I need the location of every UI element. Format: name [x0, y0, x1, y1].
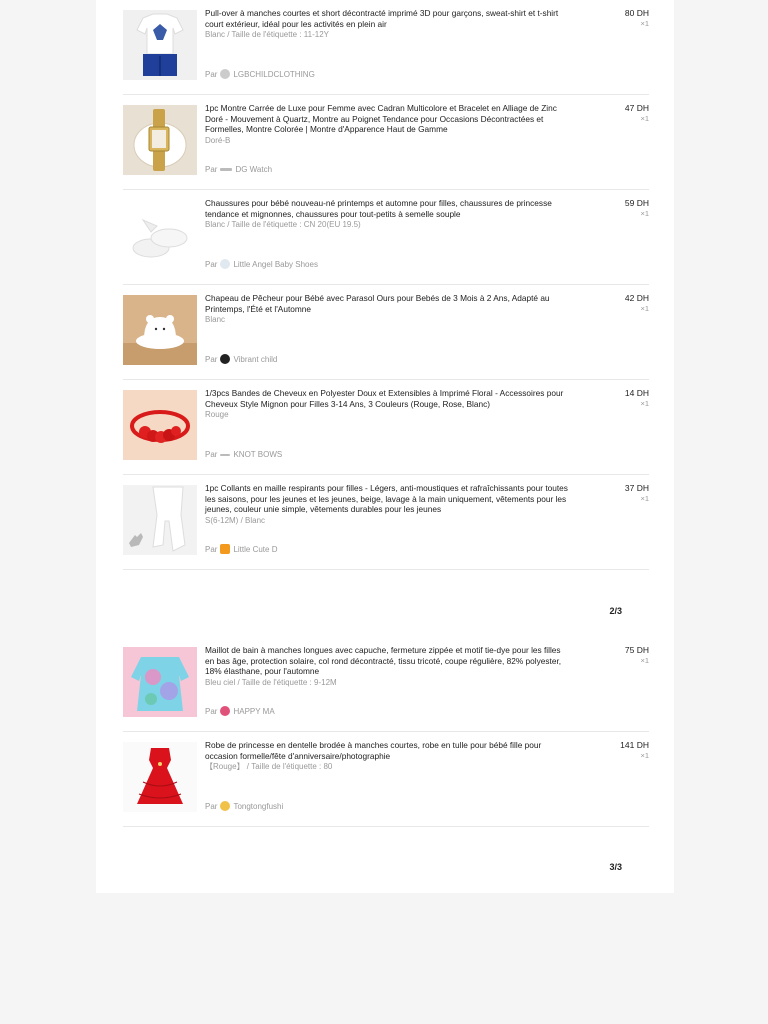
seller-name[interactable]: DG Watch	[235, 165, 272, 174]
item-price: 47 DH	[624, 103, 649, 113]
page-indicator: 3/3	[609, 862, 622, 872]
seller-line[interactable]: Par Vibrant child	[205, 354, 277, 364]
seller-line[interactable]: Par KNOT BOWS	[205, 450, 282, 459]
seller-line[interactable]: Par DG Watch	[205, 165, 272, 174]
page-indicator: 2/3	[609, 606, 622, 616]
order-sheet: Pull-over à manches courtes et short déc…	[96, 0, 674, 893]
product-title[interactable]: Pull-over à manches courtes et short déc…	[205, 8, 571, 41]
item-quantity: ×1	[640, 751, 649, 760]
seller-name[interactable]: Tongtongfushi	[233, 802, 283, 811]
product-image-gold-watch	[123, 105, 197, 175]
seller-logo-icon	[220, 706, 231, 716]
seller-name[interactable]: Vibrant child	[233, 355, 277, 364]
item-quantity: ×1	[640, 304, 649, 313]
product-image-swimsuit	[123, 647, 197, 717]
product-image-baby-shoes	[123, 200, 197, 270]
product-variant: Blanc / Taille de l'étiquette : 11-12Y	[205, 30, 329, 39]
order-item: Pull-over à manches courtes et short déc…	[123, 0, 649, 95]
order-item: 1pc Montre Carrée de Luxe pour Femme ave…	[123, 95, 649, 190]
item-price: 42 DH	[624, 293, 649, 303]
seller-logo-icon	[220, 69, 231, 79]
item-quantity: ×1	[640, 209, 649, 218]
seller-name[interactable]: LGBCHILDCLOTHING	[233, 70, 314, 79]
seller-name[interactable]: HAPPY MA	[233, 707, 274, 716]
seller-logo-icon	[220, 354, 231, 364]
product-image-princess-dress	[123, 742, 197, 812]
seller-line[interactable]: Par Tongtongfushi	[205, 801, 283, 811]
product-variant: 【Rouge】 / Taille de l'étiquette : 80	[205, 762, 333, 771]
order-item: Chapeau de Pêcheur pour Bébé avec Paraso…	[123, 285, 649, 380]
item-quantity: ×1	[640, 494, 649, 503]
product-image-bucket-hat	[123, 295, 197, 365]
item-quantity: ×1	[640, 656, 649, 665]
item-price: 80 DH	[624, 8, 649, 18]
order-item: Chaussures pour bébé nouveau-né printemp…	[123, 190, 649, 285]
product-title[interactable]: Maillot de bain à manches longues avec c…	[205, 645, 571, 688]
product-variant: Blanc / Taille de l'étiquette : CN 20(EU…	[205, 220, 361, 229]
seller-name[interactable]: KNOT BOWS	[233, 450, 282, 459]
seller-logo-icon	[220, 801, 231, 811]
order-item: Maillot de bain à manches longues avec c…	[123, 637, 649, 732]
product-title[interactable]: Robe de princesse en dentelle brodée à m…	[205, 740, 571, 773]
item-quantity: ×1	[640, 399, 649, 408]
product-variant: Rouge	[205, 410, 229, 419]
item-price: 141 DH	[620, 740, 649, 750]
seller-name[interactable]: Little Cute D	[233, 545, 277, 554]
seller-logo-icon	[220, 453, 231, 456]
order-item: Robe de princesse en dentelle brodée à m…	[123, 732, 649, 827]
seller-logo-icon	[220, 259, 231, 269]
product-title[interactable]: 1pc Collants en maille respirants pour f…	[205, 483, 571, 526]
product-title[interactable]: 1/3pcs Bandes de Cheveux en Polyester Do…	[205, 388, 571, 421]
product-image-tshirt-set	[123, 10, 197, 80]
seller-logo-icon	[220, 168, 233, 171]
product-title[interactable]: 1pc Montre Carrée de Luxe pour Femme ave…	[205, 103, 571, 146]
seller-line[interactable]: Par Little Cute D	[205, 544, 277, 554]
product-title[interactable]: Chapeau de Pêcheur pour Bébé avec Paraso…	[205, 293, 571, 326]
product-variant: S(6-12M) / Blanc	[205, 515, 266, 525]
product-image-flower-headband	[123, 390, 197, 460]
seller-line[interactable]: Par Little Angel Baby Shoes	[205, 259, 318, 269]
seller-line[interactable]: Par HAPPY MA	[205, 706, 275, 716]
seller-logo-icon	[220, 544, 231, 554]
order-item: 1pc Collants en maille respirants pour f…	[123, 475, 649, 570]
product-image-tights	[123, 485, 197, 555]
product-variant: Blanc	[205, 315, 226, 324]
product-title[interactable]: Chaussures pour bébé nouveau-né printemp…	[205, 198, 571, 231]
order-item: 1/3pcs Bandes de Cheveux en Polyester Do…	[123, 380, 649, 475]
item-price: 75 DH	[624, 645, 649, 655]
item-price: 14 DH	[624, 388, 649, 398]
item-quantity: ×1	[640, 114, 649, 123]
item-price: 37 DH	[624, 483, 649, 493]
item-quantity: ×1	[640, 19, 649, 28]
item-price: 59 DH	[624, 198, 649, 208]
seller-line[interactable]: Par LGBCHILDCLOTHING	[205, 69, 315, 79]
seller-name[interactable]: Little Angel Baby Shoes	[233, 260, 318, 269]
product-variant: Bleu ciel / Taille de l'étiquette : 9-12…	[205, 677, 337, 687]
product-variant: Doré-B	[205, 135, 231, 145]
